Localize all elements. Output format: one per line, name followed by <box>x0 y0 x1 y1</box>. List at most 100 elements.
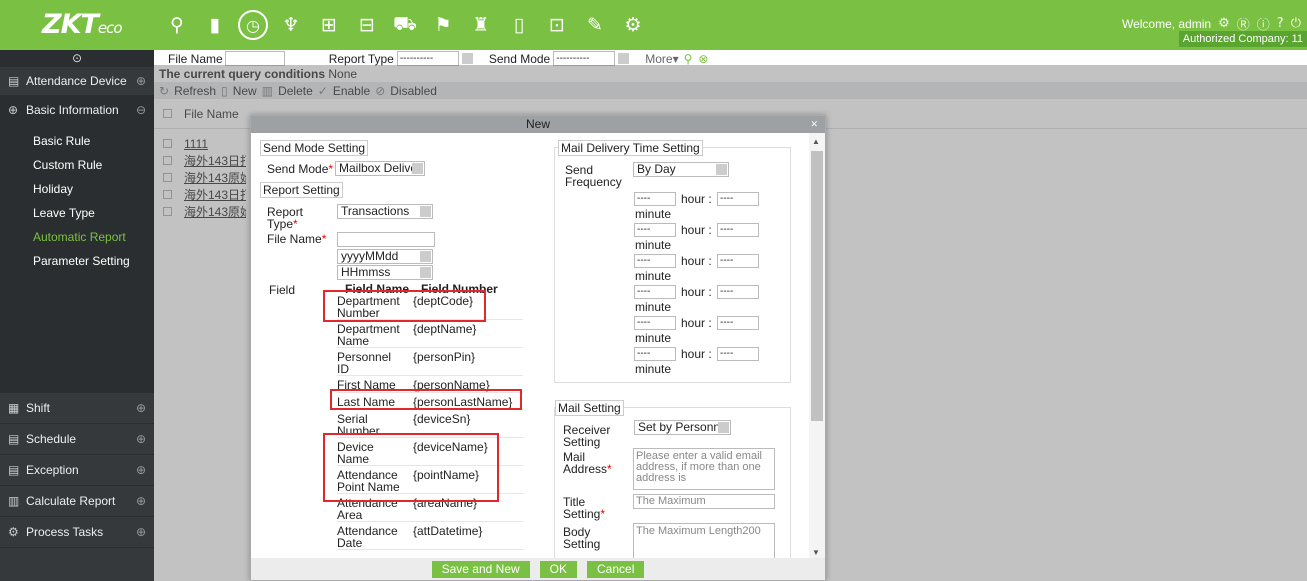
sidebar-section-calculate-report[interactable]: ▥ Calculate Report ⊕ <box>0 486 154 517</box>
person-icon[interactable]: ⚲ <box>160 8 194 42</box>
receiver-setting-select[interactable]: Set by Personne <box>634 420 731 435</box>
file-name-filter-input[interactable] <box>224 51 285 66</box>
module-nav: ⚲ ▮ ◷ ♆ ⊞ ⊟ ⛟ ⚑ ♜ ▯ ⊡ ✎ ⚙ <box>160 8 654 42</box>
hour-label: hour : <box>681 192 712 206</box>
minute-label: minute <box>635 300 672 314</box>
settings-icon[interactable]: ⚙ <box>616 8 650 42</box>
hour-label: hour : <box>681 285 712 299</box>
dialog-scrollbar[interactable]: ▲ ▼ <box>809 133 825 563</box>
sidebar-section-label: Schedule <box>26 432 77 446</box>
hour-select[interactable]: ---- <box>634 347 676 361</box>
field-code: {personPin} <box>413 350 476 364</box>
sidebar-item-leave-type[interactable]: Leave Type <box>0 201 154 225</box>
send-mode-filter-select[interactable]: ---------- <box>553 51 630 66</box>
sidebar-section-exception[interactable]: ▤ Exception ⊕ <box>0 455 154 486</box>
field-row[interactable]: Attendance {attDatetime} Date <box>337 525 523 550</box>
minute-select[interactable]: ---- <box>717 347 759 361</box>
top-bar: ZKTeco ⚲ ▮ ◷ ♆ ⊞ ⊟ ⛟ ⚑ ♜ ▯ ⊡ ✎ ⚙ Welcome… <box>0 0 1307 50</box>
sidebar-item-automatic-report[interactable]: Automatic Report <box>0 225 154 249</box>
file-name-label: File Name* <box>267 232 327 246</box>
sidebar-section-schedule[interactable]: ▤ Schedule ⊕ <box>0 424 154 455</box>
minute-select[interactable]: ---- <box>717 254 759 268</box>
face-icon[interactable]: ⊡ <box>540 8 574 42</box>
help-icon[interactable]: ? <box>1277 16 1284 31</box>
sidebar-collapse-button[interactable]: ⊙ <box>0 50 154 67</box>
signature-icon[interactable]: ✎ <box>578 8 612 42</box>
sidebar-section-attendance-device[interactable]: ▤ Attendance Device ⊕ <box>0 67 154 96</box>
sidebar-item-parameter-setting[interactable]: Parameter Setting <box>0 249 154 273</box>
scroll-up-icon[interactable]: ▲ <box>812 137 820 146</box>
clock-icon[interactable]: ◷ <box>238 10 268 40</box>
visitor-icon[interactable]: ⊞ <box>312 8 346 42</box>
report-setting-legend: Report Setting <box>260 182 343 198</box>
hour-select[interactable]: ---- <box>634 192 676 206</box>
globe-icon: ⊕ <box>8 103 19 117</box>
door-icon[interactable]: ▮ <box>198 8 232 42</box>
sidebar-item-holiday[interactable]: Holiday <box>0 177 154 201</box>
scroll-down-icon[interactable]: ▼ <box>812 548 820 557</box>
field-row[interactable]: Department {deptName} Name <box>337 323 523 348</box>
field-label: Field <box>269 283 296 297</box>
zkteco-logo[interactable]: ZKTeco <box>0 0 154 50</box>
date-format-select[interactable]: yyyyMMdd <box>337 249 433 264</box>
highlight-box <box>323 433 499 502</box>
minute-select[interactable]: ---- <box>717 192 759 206</box>
sidebar-section-shift[interactable]: ▦ Shift ⊕ <box>0 393 154 424</box>
minute-select[interactable]: ---- <box>717 223 759 237</box>
dialog-body: Send Mode Setting Send Mode* Mailbox Del… <box>251 133 825 563</box>
time-format-select[interactable]: HHmmss <box>337 265 433 280</box>
patrol-icon[interactable]: ⚑ <box>426 8 460 42</box>
hour-select[interactable]: ---- <box>634 285 676 299</box>
cancel-button[interactable]: Cancel <box>587 560 645 578</box>
sidebar-section-process-tasks[interactable]: ⚙ Process Tasks ⊕ <box>0 517 154 548</box>
ok-button[interactable]: OK <box>539 560 578 578</box>
hour-select[interactable]: ---- <box>634 316 676 330</box>
building-icon[interactable]: ♜ <box>464 8 498 42</box>
field-name-line2: ID <box>337 362 349 376</box>
title-setting-input[interactable]: The Maximum <box>633 494 775 509</box>
gear-icon[interactable]: ⚙ <box>1218 16 1230 31</box>
report-type-filter-label: Report Type <box>328 51 394 66</box>
send-mode-setting-legend: Send Mode Setting <box>260 140 369 156</box>
sidebar-section-label: Shift <box>26 401 51 415</box>
welcome-text[interactable]: Welcome, admin <box>1122 17 1211 31</box>
mail-address-textarea[interactable]: Please enter a valid email address, if m… <box>633 448 775 490</box>
send-mode-label: Send Mode* <box>267 162 334 176</box>
close-icon[interactable]: ✕ <box>810 116 818 133</box>
body-setting-textarea[interactable]: The Maximum Length200 <box>633 523 775 563</box>
sidebar-item-custom-rule[interactable]: Custom Rule <box>0 153 154 177</box>
field-code: {deptName} <box>413 322 477 336</box>
field-code: {deviceSn} <box>413 412 471 426</box>
dialog-title-bar[interactable]: New ✕ <box>251 116 825 133</box>
file-name-input[interactable] <box>337 232 435 247</box>
report-type-select[interactable]: Transactions <box>337 204 433 219</box>
clear-filter-icon[interactable]: ⊗ <box>698 52 708 66</box>
scrollbar-thumb[interactable] <box>811 151 823 421</box>
parking-icon[interactable]: ⛟ <box>388 8 422 42</box>
save-and-new-button[interactable]: Save and New <box>431 560 530 578</box>
hour-label: hour : <box>681 347 712 361</box>
hour-select[interactable]: ---- <box>634 223 676 237</box>
search-icon[interactable]: ⚲ <box>684 52 693 66</box>
more-filters-button[interactable]: More▾ <box>645 52 678 66</box>
power-icon[interactable]: ⏻ <box>1291 16 1301 31</box>
sidebar-section-label: Process Tasks <box>26 525 104 539</box>
sidebar-item-basic-rule[interactable]: Basic Rule <box>0 129 154 153</box>
minute-select[interactable]: ---- <box>717 285 759 299</box>
minute-select[interactable]: ---- <box>717 316 759 330</box>
send-frequency-select[interactable]: By Day <box>633 162 729 177</box>
sidebar-section-basic-information[interactable]: ⊕ Basic Information ⊖ <box>0 96 154 125</box>
send-mode-select[interactable]: Mailbox Deliver <box>335 161 425 176</box>
expand-icon: ⊕ <box>135 525 146 539</box>
hour-label: hour : <box>681 254 712 268</box>
report-type-filter-select[interactable]: ---------- <box>396 51 473 66</box>
locker-icon[interactable]: ▯ <box>502 8 536 42</box>
elevator-icon[interactable]: ♆ <box>274 8 308 42</box>
highlight-box <box>323 290 486 322</box>
collapse-icon: ⊖ <box>135 103 146 117</box>
field-row[interactable]: Personnel {personPin} ID <box>337 351 523 376</box>
minute-label: minute <box>635 362 672 376</box>
tasks-icon: ⚙ <box>8 525 19 539</box>
consumption-icon[interactable]: ⊟ <box>350 8 384 42</box>
hour-select[interactable]: ---- <box>634 254 676 268</box>
